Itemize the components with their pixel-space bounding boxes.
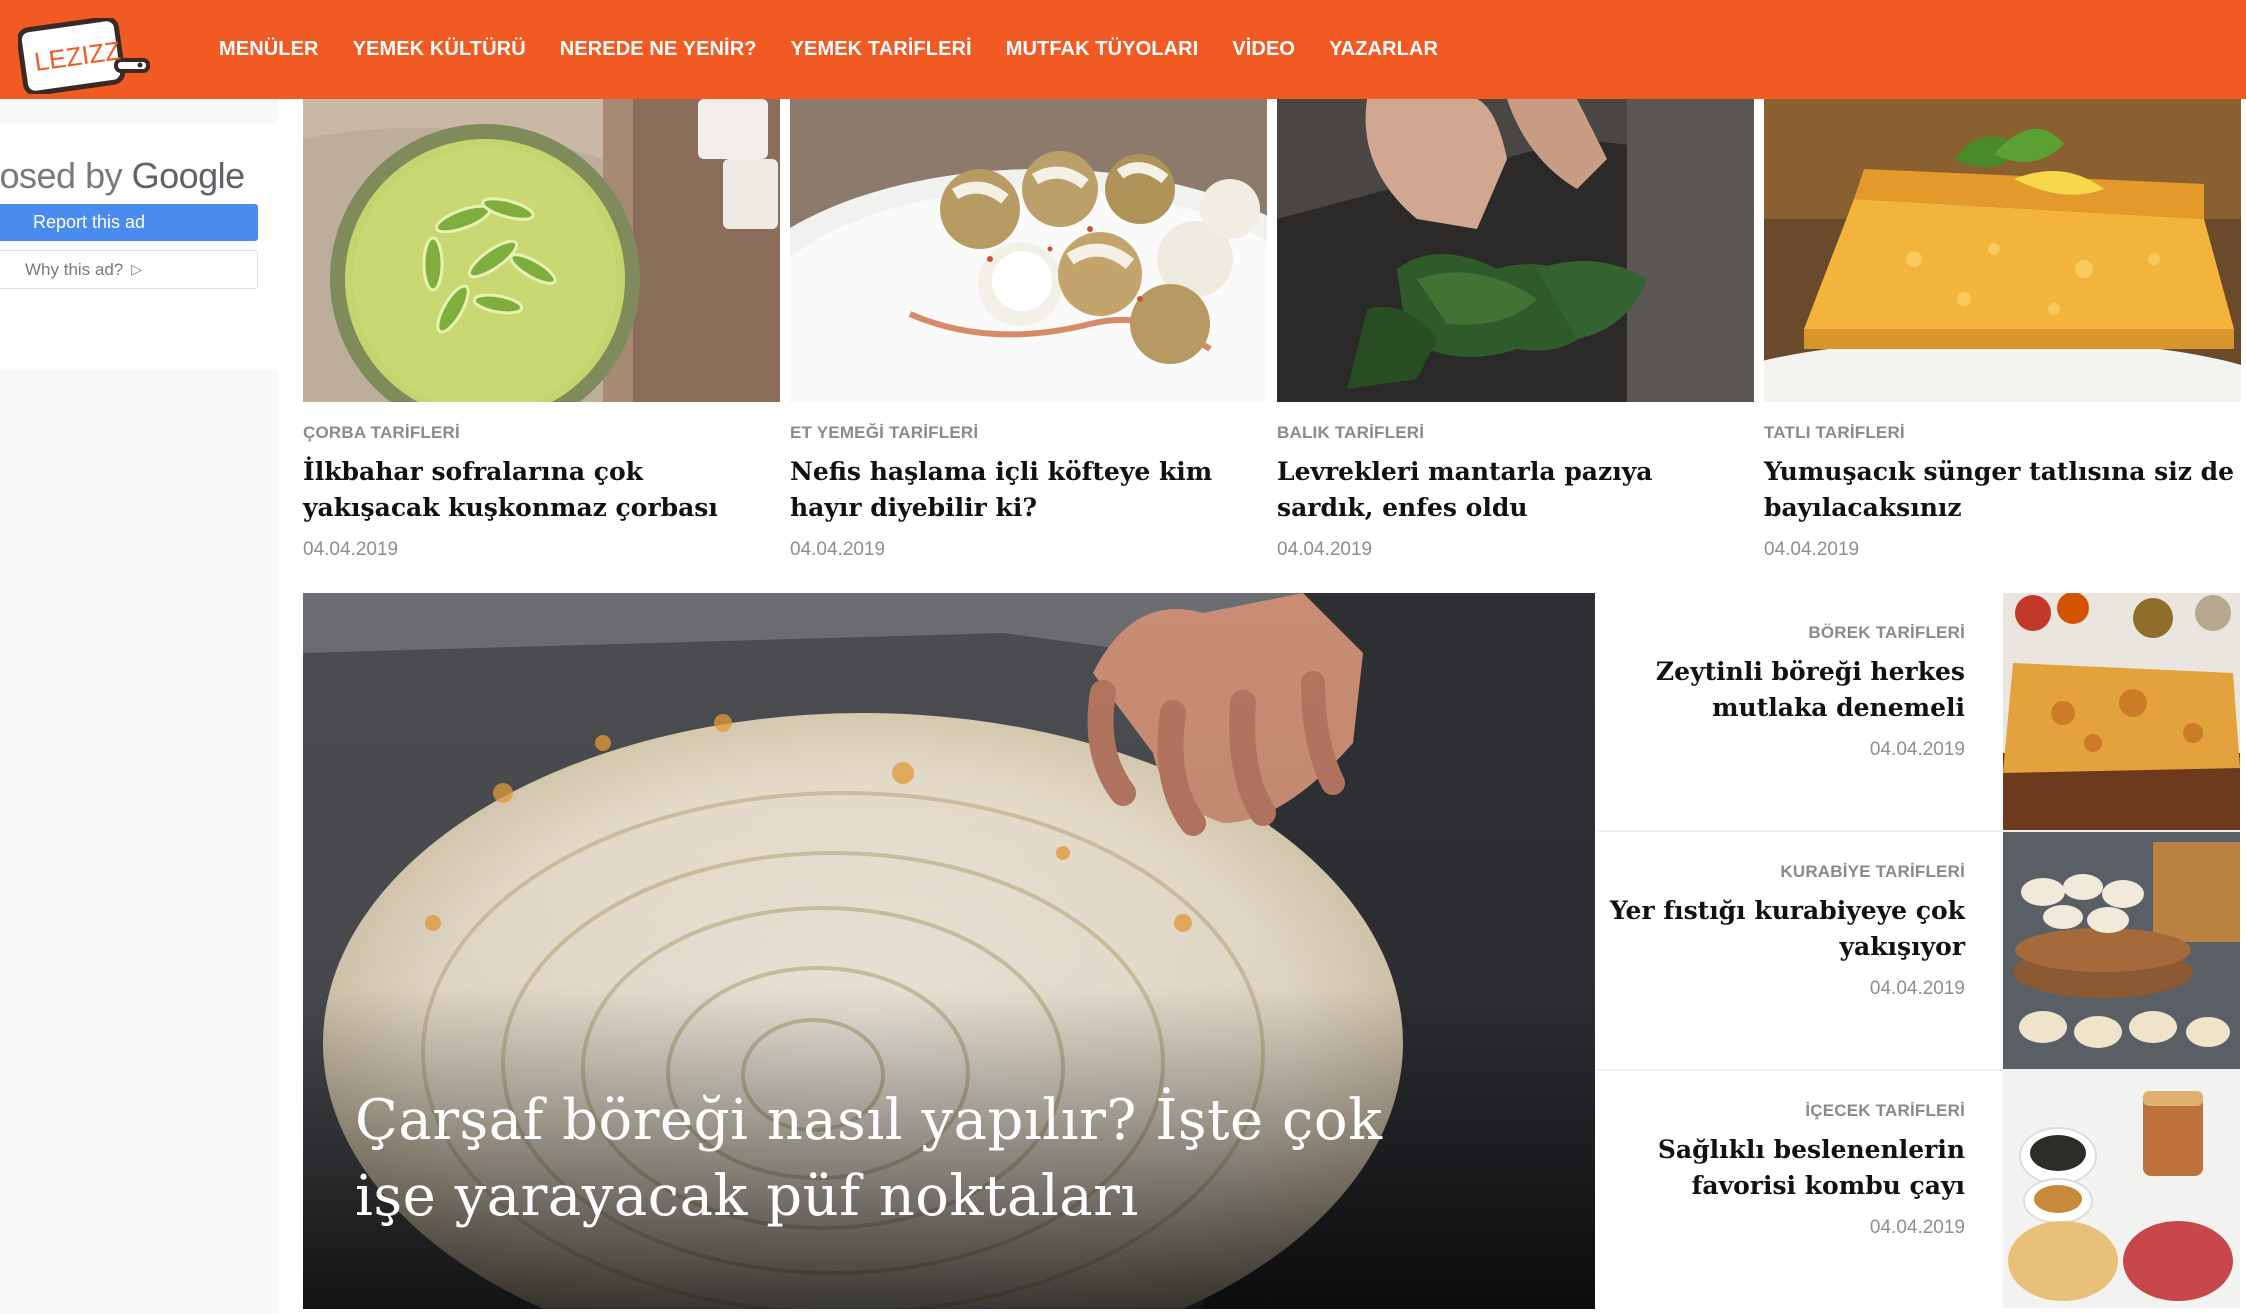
nav-item-yazarlar[interactable]: YAZARLAR	[1329, 38, 1438, 61]
yer-fistigi-kurabiye-image[interactable]	[2003, 832, 2240, 1069]
nav-item-video[interactable]: VİDEO	[1232, 38, 1295, 61]
why-this-ad-button[interactable]: Why this ad? ▷	[0, 250, 258, 289]
article-date: 04.04.2019	[1869, 1217, 1965, 1238]
side-article-text: KURABİYE TARİFLERİ Yer fıstığı kurabiyey…	[1605, 832, 1965, 1000]
article-title[interactable]: Zeytinli böreği herkes mutlaka denemeli	[1605, 654, 1965, 726]
play-triangle-icon: ▷	[131, 261, 143, 277]
nav-item-yemek-kulturu[interactable]: YEMEK KÜLTÜRÜ	[353, 38, 526, 61]
article-card[interactable]: ET YEMEĞİ TARİFLERİ Nefis haşlama içli k…	[790, 99, 1267, 561]
ad-closed-by-text: losed by Google	[0, 155, 245, 197]
article-category[interactable]: BÖREK TARİFLERİ	[1605, 623, 1965, 643]
hero-article[interactable]: Çarşaf böreği nasıl yapılır? İşte çok iş…	[303, 593, 1595, 1309]
google-wordmark: Google	[131, 155, 246, 196]
main-nav: MENÜLER YEMEK KÜLTÜRÜ NEREDE NE YENİR? Y…	[219, 0, 1472, 99]
article-date: 04.04.2019	[1869, 978, 1965, 999]
levrek-image[interactable]	[1277, 99, 1754, 402]
zeytinli-borek-image[interactable]	[2003, 593, 2240, 830]
article-category[interactable]: ET YEMEĞİ TARİFLERİ	[790, 423, 1267, 443]
article-date: 04.04.2019	[1277, 539, 1373, 560]
article-category[interactable]: BALIK TARİFLERİ	[1277, 423, 1754, 443]
article-date: 04.04.2019	[790, 539, 886, 560]
article-date: 04.04.2019	[1869, 739, 1965, 760]
article-card[interactable]: TATLI TARİFLERİ Yumuşacık sünger tatlısı…	[1764, 99, 2241, 561]
ad-closed-prefix: losed by	[0, 155, 132, 196]
top-navigation-bar: LEZIZZ MENÜLER YEMEK KÜLTÜRÜ NEREDE NE Y…	[0, 0, 2246, 99]
article-category[interactable]: ÇORBA TARİFLERİ	[303, 423, 780, 443]
article-title[interactable]: Levrekleri mantarla pazıya sardık, enfes…	[1277, 454, 1754, 526]
nav-item-yemek-tarifleri[interactable]: YEMEK TARİFLERİ	[791, 38, 972, 61]
article-card[interactable]: BALIK TARİFLERİ Levrekleri mantarla pazı…	[1277, 99, 1754, 561]
article-title[interactable]: İlkbahar sofralarına çok yakışacak kuşko…	[303, 454, 780, 526]
icli-kofte-image[interactable]	[790, 99, 1267, 402]
asparagus-soup-image[interactable]	[303, 99, 780, 402]
side-article-text: İÇECEK TARİFLERİ Sağlıklı beslenenlerin …	[1605, 1071, 1965, 1239]
article-date: 04.04.2019	[303, 539, 399, 560]
sunger-tatlisi-image[interactable]	[1764, 99, 2241, 402]
side-article[interactable]: İÇECEK TARİFLERİ Sağlıklı beslenenlerin …	[1597, 1071, 2240, 1310]
side-article[interactable]: KURABİYE TARİFLERİ Yer fıstığı kurabiyey…	[1597, 832, 2240, 1071]
article-category[interactable]: TATLI TARİFLERİ	[1764, 423, 2241, 443]
article-title[interactable]: Yumuşacık sünger tatlısına siz de bayıla…	[1764, 454, 2241, 526]
report-ad-button[interactable]: Report this ad	[0, 204, 258, 241]
kombu-cayi-image[interactable]	[2003, 1071, 2240, 1308]
article-category[interactable]: KURABİYE TARİFLERİ	[1605, 862, 1965, 882]
article-title[interactable]: Yer fıstığı kurabiyeye çok yakışıyor	[1605, 893, 1965, 965]
article-title[interactable]: Sağlıklı beslenenlerin favorisi kombu ça…	[1605, 1132, 1965, 1204]
article-category[interactable]: İÇECEK TARİFLERİ	[1605, 1101, 1965, 1121]
article-card[interactable]: ÇORBA TARİFLERİ İlkbahar sofralarına çok…	[303, 99, 780, 561]
nav-item-nerede-ne-yenir[interactable]: NEREDE NE YENİR?	[560, 38, 757, 61]
side-article-text: BÖREK TARİFLERİ Zeytinli böreği herkes m…	[1605, 593, 1965, 761]
article-title[interactable]: Nefis haşlama içli köfteye kim hayır diy…	[790, 454, 1267, 526]
nav-item-menuler[interactable]: MENÜLER	[219, 38, 319, 61]
why-this-ad-label: Why this ad?	[25, 259, 124, 279]
nav-item-mutfak-tuyolari[interactable]: MUTFAK TÜYOLARI	[1006, 38, 1199, 61]
hero-title[interactable]: Çarşaf böreği nasıl yapılır? İşte çok iş…	[355, 1083, 1475, 1235]
ad-panel: losed by Google Report this ad Why this …	[0, 99, 278, 1314]
ad-closed-card: losed by Google Report this ad Why this …	[0, 123, 278, 369]
article-date: 04.04.2019	[1764, 539, 1860, 560]
side-article[interactable]: BÖREK TARİFLERİ Zeytinli böreği herkes m…	[1597, 593, 2240, 832]
lezizz-logo[interactable]: LEZIZZ	[18, 18, 150, 94]
